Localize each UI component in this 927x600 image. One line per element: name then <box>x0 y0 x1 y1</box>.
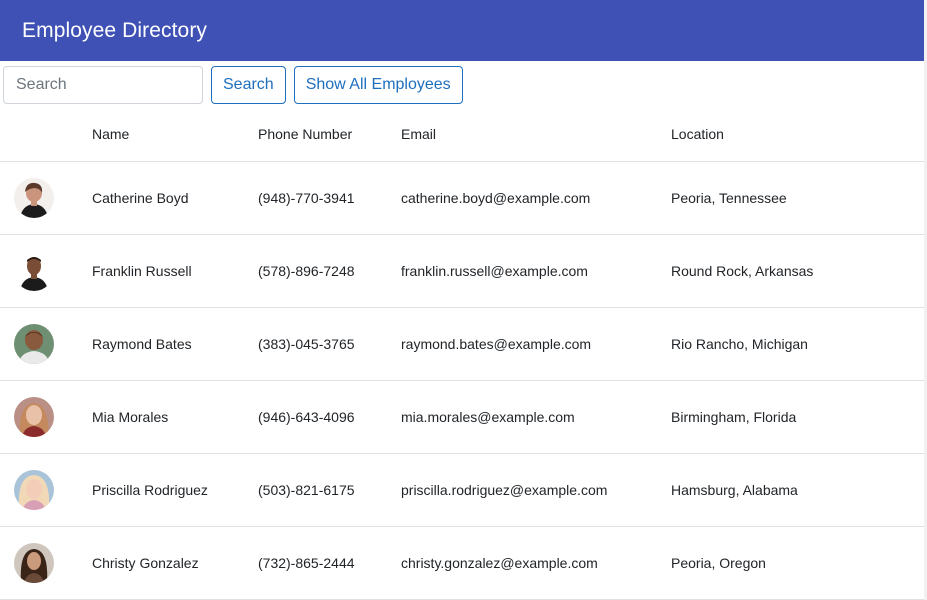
employee-phone: (578)-896-7248 <box>258 234 401 308</box>
column-header-email[interactable]: Email <box>401 108 671 162</box>
avatar <box>14 469 54 510</box>
employee-location: Birmingham, Florida <box>671 380 924 454</box>
table-header-row: Name Phone Number Email Location <box>0 108 924 162</box>
avatar <box>14 396 54 437</box>
table-row: Priscilla Rodriguez (503)-821-6175 prisc… <box>0 453 924 527</box>
employee-name: Catherine Boyd <box>92 161 258 235</box>
employee-name: Raymond Bates <box>92 307 258 381</box>
search-button[interactable]: Search <box>211 66 286 104</box>
column-header-name[interactable]: Name <box>92 108 258 162</box>
avatar-cell <box>0 307 92 381</box>
employee-location: Round Rock, Arkansas <box>671 234 924 308</box>
table-row: Franklin Russell (578)-896-7248 franklin… <box>0 234 924 308</box>
page-title: Employee Directory <box>22 18 208 42</box>
employee-email: catherine.boyd@example.com <box>401 161 671 235</box>
employee-phone: (732)-865-2444 <box>258 526 401 600</box>
employee-email: priscilla.rodriguez@example.com <box>401 453 671 527</box>
employee-email: mia.morales@example.com <box>401 380 671 454</box>
employee-name: Christy Gonzalez <box>92 526 258 600</box>
employee-phone: (946)-643-4096 <box>258 380 401 454</box>
avatar <box>14 177 54 218</box>
table-row: Catherine Boyd (948)-770-3941 catherine.… <box>0 161 924 235</box>
app-header: Employee Directory <box>0 0 924 61</box>
employee-phone: (948)-770-3941 <box>258 161 401 235</box>
search-toolbar: Search Show All Employees <box>3 66 463 104</box>
column-header-location[interactable]: Location <box>671 108 924 162</box>
employee-email: christy.gonzalez@example.com <box>401 526 671 600</box>
employee-phone: (503)-821-6175 <box>258 453 401 527</box>
employee-location: Peoria, Tennessee <box>671 161 924 235</box>
employee-name: Priscilla Rodriguez <box>92 453 258 527</box>
avatar-cell <box>0 526 92 600</box>
employee-location: Rio Rancho, Michigan <box>671 307 924 381</box>
table-body: Catherine Boyd (948)-770-3941 catherine.… <box>0 161 924 600</box>
table-row: Mia Morales (946)-643-4096 mia.morales@e… <box>0 380 924 454</box>
avatar-cell <box>0 161 92 235</box>
employee-phone: (383)-045-3765 <box>258 307 401 381</box>
avatar-cell <box>0 380 92 454</box>
avatar <box>14 323 54 364</box>
employee-location: Peoria, Oregon <box>671 526 924 600</box>
avatar-cell <box>0 234 92 308</box>
table-row: Christy Gonzalez (732)-865-2444 christy.… <box>0 526 924 600</box>
avatar <box>14 542 54 583</box>
avatar-cell <box>0 453 92 527</box>
employee-table: Name Phone Number Email Location Catheri… <box>0 108 924 600</box>
show-all-employees-button[interactable]: Show All Employees <box>293 66 463 104</box>
employee-location: Hamsburg, Alabama <box>671 453 924 527</box>
search-input[interactable] <box>3 66 203 104</box>
employee-name: Franklin Russell <box>92 234 258 308</box>
avatar <box>14 250 54 291</box>
table-row: Raymond Bates (383)-045-3765 raymond.bat… <box>0 307 924 381</box>
table-header: Name Phone Number Email Location <box>0 108 924 162</box>
employee-name: Mia Morales <box>92 380 258 454</box>
employee-email: raymond.bates@example.com <box>401 307 671 381</box>
employee-email: franklin.russell@example.com <box>401 234 671 308</box>
column-header-image <box>0 108 92 162</box>
column-header-phone[interactable]: Phone Number <box>258 108 401 162</box>
